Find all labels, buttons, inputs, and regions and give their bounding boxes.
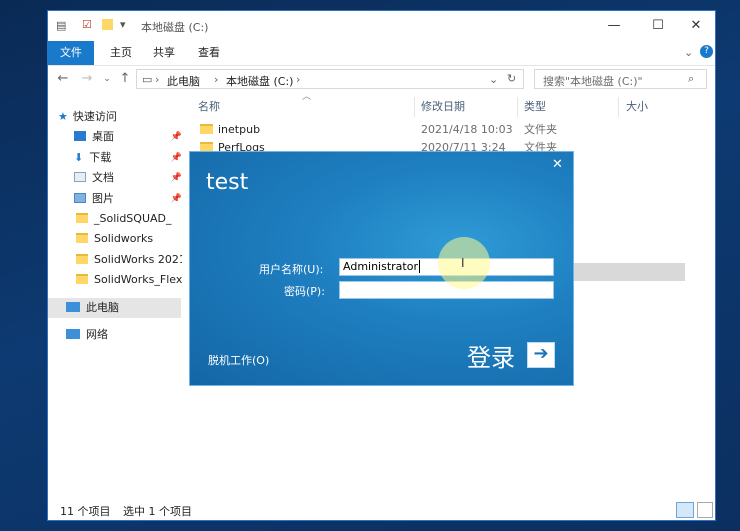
properties-icon[interactable]: ☑: [82, 18, 92, 31]
address-bar[interactable]: ▭ › 此电脑 › 本地磁盘 (C:) › ⌄ ↻: [136, 69, 524, 89]
password-input[interactable]: [339, 281, 554, 299]
folder-icon: [200, 124, 213, 134]
login-button-label[interactable]: 登录: [467, 338, 515, 373]
breadcrumb-this-pc[interactable]: 此电脑: [167, 73, 200, 89]
column-header-date[interactable]: 修改日期: [421, 97, 465, 117]
help-icon[interactable]: ?: [700, 45, 713, 58]
offline-link[interactable]: 脱机工作(O): [208, 352, 269, 368]
username-label: 用户名称(U):: [259, 263, 324, 276]
file-type: 文件夹: [524, 123, 557, 136]
column-header-name[interactable]: 名称: [198, 97, 220, 117]
customize-toolbar-icon[interactable]: ▾: [120, 18, 126, 31]
tab-share[interactable]: 共享: [141, 41, 187, 65]
folder-icon: [76, 233, 88, 243]
pin-icon: 📌: [170, 173, 182, 183]
quick-access-toolbar-icon[interactable]: ▤: [56, 19, 66, 32]
picture-icon: [74, 193, 86, 203]
document-icon: [74, 172, 86, 182]
ibeam-cursor-icon: I: [461, 256, 465, 270]
breadcrumb-local-disk[interactable]: 本地磁盘 (C:): [226, 73, 293, 89]
nav-item-solidworks[interactable]: Solidworks: [76, 229, 182, 249]
dialog-close-icon[interactable]: ✕: [552, 157, 563, 172]
nav-item-solidworks-flexnet[interactable]: SolidWorks_Flexnet: [76, 270, 182, 290]
address-dropdown-icon[interactable]: ⌄: [489, 73, 498, 86]
up-button[interactable]: ↑: [116, 69, 134, 89]
pc-icon: [66, 302, 80, 312]
nav-item-pictures[interactable]: 图片 📌: [74, 189, 184, 209]
maximize-button[interactable]: ☐: [640, 11, 676, 41]
pc-icon: ▭: [142, 73, 153, 86]
network-icon: [66, 329, 80, 339]
search-icon: ⌕: [688, 72, 695, 85]
login-arrow-button[interactable]: ➔: [527, 342, 555, 368]
column-divider[interactable]: [618, 97, 619, 117]
folder-icon: [76, 213, 88, 223]
selected-row-highlight[interactable]: [574, 263, 685, 281]
column-header-type[interactable]: 类型: [524, 97, 546, 117]
folder-icon: [76, 274, 88, 284]
chevron-right-icon: ›: [214, 73, 219, 86]
password-label: 密码(P):: [284, 285, 325, 298]
nav-item-this-pc[interactable]: 此电脑: [48, 298, 181, 318]
nav-item-network[interactable]: 网络: [66, 325, 188, 345]
pin-icon: 📌: [170, 194, 182, 204]
close-button[interactable]: ✕: [678, 11, 714, 41]
folder-icon: [76, 254, 88, 264]
address-row: ← → ⌄ ↑ ▭ › 此电脑 › 本地磁盘 (C:) › ⌄ ↻ 搜索"本地磁…: [48, 65, 715, 93]
nav-item-solidsquad[interactable]: _SolidSQUAD_: [76, 209, 182, 229]
star-icon: ★: [58, 110, 68, 123]
nav-item-desktop[interactable]: 桌面 📌: [74, 127, 184, 147]
nav-item-solidworks-2021[interactable]: SolidWorks 2021: [76, 250, 182, 270]
tab-home[interactable]: 主页: [98, 41, 144, 65]
title-bar: ▤ ☑ ▾ 本地磁盘 (C:) — ☐ ✕: [48, 11, 715, 41]
pin-icon: 📌: [170, 153, 182, 163]
window-title: 本地磁盘 (C:): [141, 21, 209, 34]
text-cursor: [419, 260, 420, 273]
nav-quick-access[interactable]: ★ 快速访问: [58, 107, 180, 127]
new-folder-icon[interactable]: [102, 19, 113, 30]
nav-item-downloads[interactable]: ⬇ 下载 📌: [74, 148, 184, 168]
pin-icon: 📌: [170, 132, 182, 142]
search-input[interactable]: 搜索"本地磁盘 (C:)" ⌕: [534, 69, 707, 89]
desktop-icon: [74, 131, 86, 141]
sort-arrow-icon: ︿: [302, 92, 312, 102]
login-dialog: test ✕ 用户名称(U): Administrator 密码(P): 脱机工…: [189, 151, 574, 386]
column-divider[interactable]: [517, 97, 518, 117]
tab-file[interactable]: 文件: [48, 41, 94, 65]
selected-count: 选中 1 个项目: [123, 505, 192, 518]
item-count: 11 个项目: [60, 505, 111, 518]
file-date: 2021/4/18 10:03: [421, 123, 513, 136]
recent-dropdown-icon[interactable]: ⌄: [98, 69, 116, 89]
chevron-right-icon: ›: [155, 73, 160, 86]
column-header-size[interactable]: 大小: [626, 97, 648, 117]
forward-button[interactable]: →: [78, 69, 96, 89]
chevron-right-icon: ›: [296, 73, 301, 86]
ribbon-expand-icon[interactable]: ⌄: [684, 46, 693, 59]
large-icons-view-icon[interactable]: [697, 502, 713, 518]
minimize-button[interactable]: —: [596, 11, 632, 41]
refresh-icon[interactable]: ↻: [507, 72, 516, 85]
status-bar: 11 个项目 选中 1 个项目: [48, 499, 715, 521]
dialog-title: test: [206, 170, 249, 195]
column-divider[interactable]: [414, 97, 415, 117]
tab-view[interactable]: 查看: [186, 41, 232, 65]
details-view-icon[interactable]: [676, 502, 694, 518]
ribbon-tabs: 文件 主页 共享 查看 ⌄ ?: [48, 41, 715, 66]
nav-item-documents[interactable]: 文档 📌: [74, 168, 184, 188]
download-icon: ⬇: [74, 151, 84, 164]
file-row[interactable]: inetpub 2021/4/18 10:03 文件夹: [200, 121, 620, 139]
arrow-right-icon: ➔: [533, 343, 549, 364]
file-name: inetpub: [218, 123, 261, 136]
back-button[interactable]: ←: [54, 69, 72, 89]
